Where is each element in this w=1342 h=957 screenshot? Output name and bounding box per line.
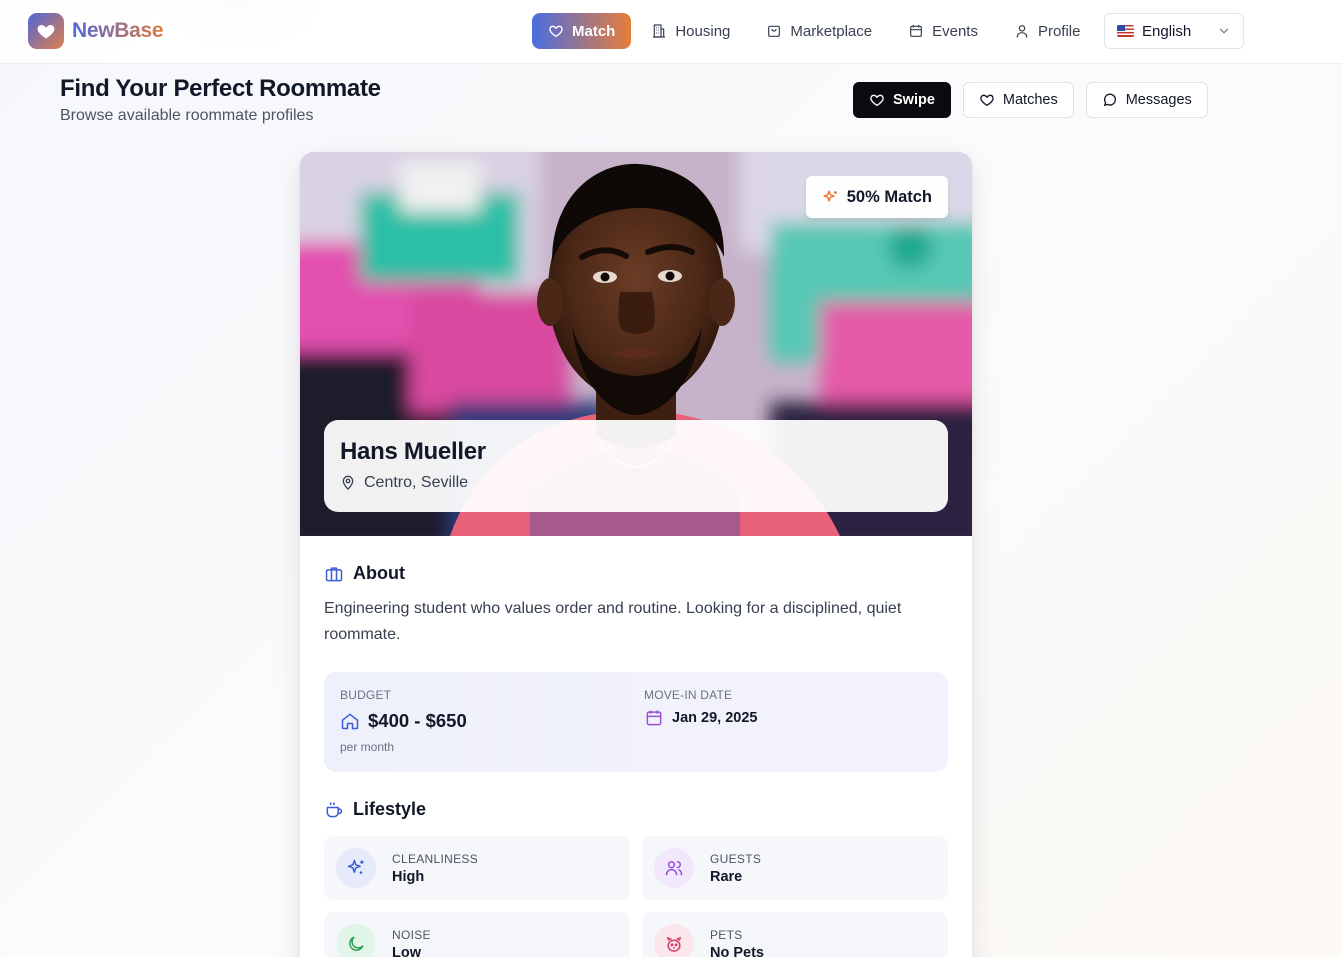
nav-item-label: Events (932, 22, 978, 40)
page-subtitle: Browse available roommate profiles (60, 107, 314, 124)
lifestyle-value: High (392, 868, 425, 885)
language-value: English (1142, 22, 1192, 40)
view-tabs: Swipe Matches Messages (853, 82, 1208, 118)
page-title: Find Your Perfect Roommate (60, 75, 381, 102)
nav-item-label: Match (572, 22, 616, 40)
main-nav: Match Housing Marketplace Events Profile (532, 13, 1096, 49)
lifestyle-value: Rare (710, 868, 743, 885)
lifestyle-item-guests: GUESTS Rare (642, 836, 948, 900)
paw-icon (654, 924, 694, 957)
nav-item-events[interactable]: Events (892, 13, 994, 49)
nav-item-label: Housing (675, 22, 731, 40)
tab-label: Matches (1002, 92, 1058, 108)
tab-label: Messages (1125, 92, 1192, 108)
coffee-icon (326, 802, 343, 817)
user-icon (1016, 25, 1028, 38)
briefcase-icon (325, 566, 343, 581)
movein-value: Jan 29, 2025 (672, 710, 758, 726)
app-logo[interactable]: NewBase (28, 13, 164, 49)
about-heading: About (324, 563, 405, 584)
shopping-bag-icon (768, 25, 781, 37)
profile-name: Hans Mueller (340, 438, 486, 465)
about-title: About (353, 563, 405, 583)
sparkles-icon (823, 189, 837, 202)
nav-item-marketplace[interactable]: Marketplace (750, 13, 888, 49)
budget-section: BUDGET $400 - $650 per month (340, 688, 467, 754)
budget-note: per month (340, 740, 395, 754)
lifestyle-value: No Pets (710, 944, 764, 957)
budget-label: BUDGET (340, 688, 392, 702)
sparkles-icon (336, 848, 376, 888)
chevron-down-icon (1219, 28, 1229, 34)
nav-item-match[interactable]: Match (532, 13, 632, 49)
lifestyle-label: PETS (710, 927, 743, 942)
app-name: NewBase (72, 19, 164, 42)
movein-section: MOVE-IN DATE Jan 29, 2025 (644, 688, 757, 728)
us-flag-icon (1117, 25, 1134, 37)
about-text: Engineering student who values order and… (324, 600, 902, 643)
profile-location: Centro, Seville (340, 474, 932, 492)
lifestyle-item-noise: NOISE Low (324, 912, 630, 957)
top-navbar: NewBase Match Housing Marketplace Events… (0, 0, 1342, 64)
heart-logo-icon (28, 13, 64, 49)
heart-icon (980, 94, 994, 106)
lifestyle-item-cleanliness: CLEANLINESS High (324, 836, 630, 900)
nav-item-housing[interactable]: Housing (635, 13, 746, 49)
movein-label: MOVE-IN DATE (644, 688, 733, 702)
tab-messages[interactable]: Messages (1085, 82, 1208, 118)
map-pin-icon (342, 475, 354, 490)
lifestyle-value: Low (392, 944, 421, 957)
building-icon (653, 24, 666, 38)
lifestyle-label: CLEANLINESS (392, 851, 478, 866)
lifestyle-heading: Lifestyle (324, 799, 426, 820)
home-icon (341, 713, 359, 730)
nav-item-label: Profile (1037, 22, 1081, 40)
profile-name-card: Hans Mueller Centro, Seville (324, 420, 948, 512)
match-score-badge: 50% Match (805, 176, 948, 218)
calendar-icon (646, 710, 662, 726)
heart-icon (870, 94, 884, 106)
match-score-label: 50% Match (846, 187, 932, 206)
users-icon (654, 848, 694, 888)
tab-swipe[interactable]: Swipe (853, 82, 951, 118)
profile-card[interactable]: 50% Match Hans Mueller Centro, Seville A… (300, 152, 972, 957)
lifestyle-item-pets: PETS No Pets (642, 912, 948, 957)
tab-label: Swipe (893, 92, 935, 108)
tab-matches[interactable]: Matches (962, 82, 1074, 118)
lifestyle-label: NOISE (392, 927, 431, 942)
language-select[interactable]: English (1104, 13, 1244, 49)
nav-item-profile[interactable]: Profile (998, 13, 1097, 49)
nav-item-label: Marketplace (790, 22, 873, 40)
heart-icon (549, 25, 563, 37)
lifestyle-title: Lifestyle (353, 799, 427, 819)
moon-icon (336, 924, 376, 957)
budget-movein-box: BUDGET $400 - $650 per month MOVE-IN DAT… (324, 672, 948, 772)
profile-photo: 50% Match Hans Mueller Centro, Seville (300, 152, 972, 536)
lifestyle-label: GUESTS (710, 851, 762, 866)
calendar-icon (910, 25, 923, 37)
location-text: Centro, Seville (364, 474, 469, 491)
message-circle-icon (1103, 93, 1116, 106)
budget-value: $400 - $650 (368, 710, 467, 731)
